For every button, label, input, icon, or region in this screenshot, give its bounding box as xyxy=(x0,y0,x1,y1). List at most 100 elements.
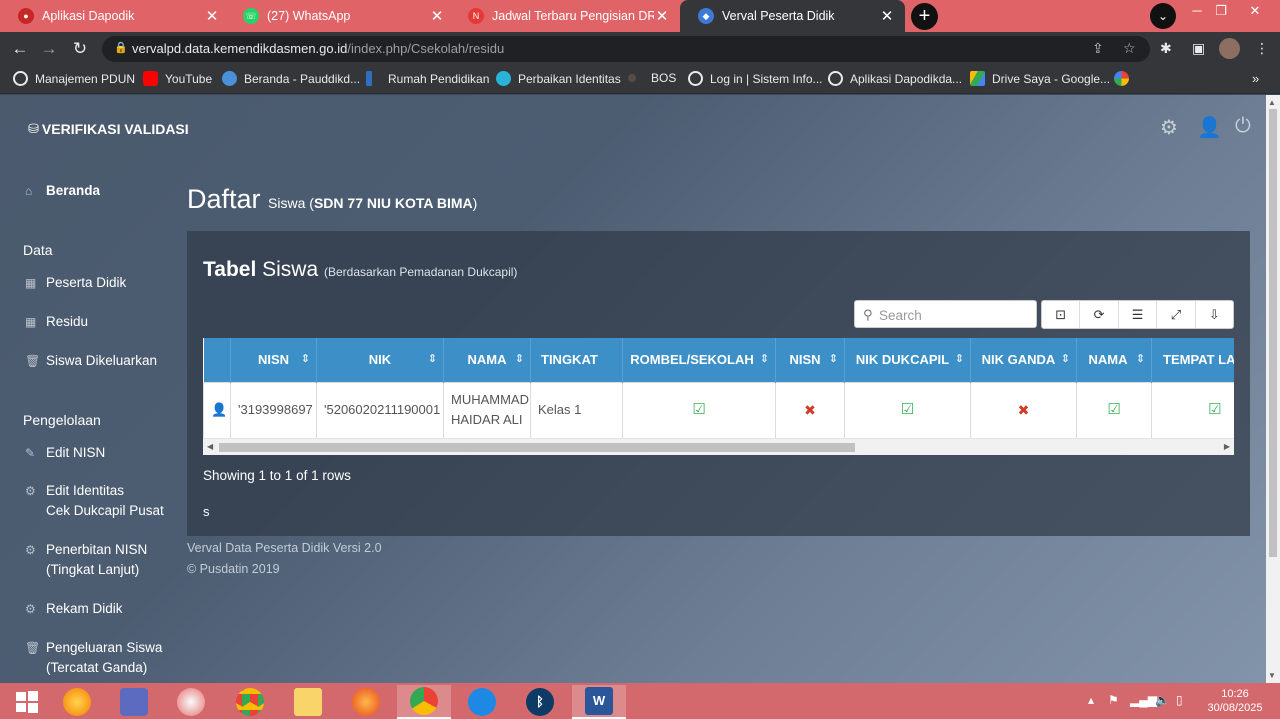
bookmark-login-sistem-info[interactable]: Log in | Sistem Info... xyxy=(688,71,823,86)
toggle-pagination-icon[interactable]: ⊡ xyxy=(1042,301,1081,328)
new-tab-button[interactable]: + xyxy=(911,3,938,30)
sidebar-item-rekam-didik[interactable]: ⚙ Rekam Didik xyxy=(25,599,123,619)
battery-icon[interactable]: ▯ xyxy=(1176,693,1183,707)
taskbar-word[interactable]: W xyxy=(572,685,626,719)
column-header-nisn-check[interactable]: NISN ⇕ xyxy=(775,338,845,382)
close-tab-icon[interactable]: ✕ xyxy=(654,7,670,25)
bookmarks-bar: Manajemen PDUN YouTube Beranda - Pauddik… xyxy=(0,66,1280,94)
taskbar-chrome[interactable] xyxy=(223,685,277,719)
back-arrow-icon[interactable]: ← xyxy=(8,37,32,61)
bookmark-youtube[interactable]: YouTube xyxy=(143,71,212,86)
taskbar-app-3[interactable] xyxy=(164,685,218,719)
bookmark-perbaikan-identitas[interactable]: Perbaikan Identitas xyxy=(496,71,621,86)
scroll-down-arrow-icon[interactable]: ▼ xyxy=(1268,671,1276,680)
address-bar[interactable]: 🔒 vervalpd.data.kemendikdasmen.go.id/ind… xyxy=(102,36,1150,62)
search-box: ⚲ xyxy=(854,300,1037,328)
column-header-nisn[interactable]: NISN ⇕ xyxy=(230,338,317,382)
taskbar-clock[interactable]: 10:26 30/08/2025 xyxy=(1200,687,1270,715)
bookmark-label: BOS xyxy=(651,71,677,85)
bookmark-star-icon[interactable]: ☆ xyxy=(1123,40,1136,57)
label-line-2: Cek Dukcapil Pusat xyxy=(46,503,164,518)
bookmark-drive-saya[interactable]: Drive Saya - Google... xyxy=(970,71,1110,86)
close-tab-icon[interactable]: ✕ xyxy=(879,7,895,25)
column-header-nik[interactable]: NIK ⇕ xyxy=(316,338,444,382)
table-panel: Tabel Siswa (Berdasarkan Pemadanan Dukca… xyxy=(187,231,1250,536)
scroll-left-arrow-icon[interactable]: ◀ xyxy=(207,442,213,451)
flag-icon[interactable]: ⚑ xyxy=(1108,693,1119,707)
taskbar-app-1[interactable] xyxy=(50,685,104,719)
reload-icon[interactable]: ↻ xyxy=(68,37,92,61)
share-icon[interactable]: ⇪ xyxy=(1092,40,1104,57)
tab-title: (27) WhatsApp xyxy=(267,9,351,23)
table-row[interactable]: 👤 '3193998697 '5206020211190001 MUHAMMAD… xyxy=(203,381,1234,439)
close-tab-icon[interactable]: ✕ xyxy=(429,7,445,25)
export-icon[interactable]: ⇩ xyxy=(1196,301,1233,328)
row-detail-cell[interactable]: 👤 xyxy=(203,381,231,439)
refresh-icon[interactable]: ⟳ xyxy=(1080,301,1119,328)
url-domain: vervalpd.data.kemendikdasmen.go.id xyxy=(132,41,348,56)
taskbar-bluetooth[interactable]: ᛒ xyxy=(513,685,567,719)
restore-icon[interactable]: ❐ xyxy=(1207,0,1235,32)
profile-avatar[interactable] xyxy=(1219,38,1240,59)
bookmark-manajemen-pdun[interactable]: Manajemen PDUN xyxy=(13,71,135,86)
extensions-puzzle-icon[interactable]: ✱ xyxy=(1160,40,1172,57)
scroll-up-arrow-icon[interactable]: ▲ xyxy=(1268,98,1276,107)
sidebar-item-peserta-didik[interactable]: ▦ Peserta Didik xyxy=(25,273,126,293)
scroll-right-arrow-icon[interactable]: ▶ xyxy=(1224,442,1230,451)
taskbar-chrome-active[interactable] xyxy=(397,685,451,719)
side-panel-icon[interactable]: ▣ xyxy=(1192,40,1205,57)
start-button[interactable] xyxy=(0,685,54,719)
sidebar-item-edit-identitas[interactable]: ⚙ Edit Identitas Cek Dukcapil Pusat xyxy=(25,481,164,521)
column-header-rombel-sekolah[interactable]: ROMBEL/SEKOLAH ⇕ xyxy=(622,338,776,382)
column-header-nik-ganda[interactable]: NIK GANDA ⇕ xyxy=(970,338,1077,382)
column-header-tempat-lahir[interactable]: TEMPAT LAHIR xyxy=(1151,338,1234,382)
power-icon[interactable]: ⏻ xyxy=(1235,115,1251,138)
columns-icon[interactable]: ☰ xyxy=(1119,301,1158,328)
column-header-nik-dukcapil[interactable]: NIK DUKCAPIL ⇕ xyxy=(844,338,971,382)
close-tab-icon[interactable]: ✕ xyxy=(204,7,220,25)
forward-arrow-icon[interactable]: → xyxy=(37,37,61,61)
sidebar-item-penerbitan-nisn[interactable]: ⚙ Penerbitan NISN (Tingkat Lanjut) xyxy=(25,540,147,580)
user-icon[interactable]: 👤 xyxy=(1197,115,1222,140)
bookmark-rumah-pendidikan[interactable]: Rumah Pendidikan xyxy=(366,71,489,86)
bookmark-aplikasi-dapodikda[interactable]: Aplikasi Dapodikda... xyxy=(828,71,962,86)
sidebar-item-pengeluaran-siswa[interactable]: 🗑 Pengeluaran Siswa (Tercatat Ganda) xyxy=(25,638,162,678)
sidebar-item-residu[interactable]: ▦ Residu xyxy=(25,312,88,332)
sidebar-item-edit-nisn[interactable]: ✎ Edit NISN xyxy=(25,443,105,463)
tab-aplikasi-dapodik[interactable]: ● Aplikasi Dapodik ✕ xyxy=(0,0,230,32)
bookmark-bos[interactable]: BOS xyxy=(628,71,676,85)
page-vertical-scrollbar[interactable]: ▲ ▼ xyxy=(1266,95,1280,683)
internet-explorer-icon xyxy=(468,688,496,716)
tab-jadwal-drh[interactable]: N Jadwal Terbaru Pengisian DRH PPPK ✕ xyxy=(450,0,680,32)
taskbar-file-explorer[interactable] xyxy=(281,685,335,719)
tray-overflow-icon[interactable]: ▴ xyxy=(1088,693,1094,707)
column-header-tingkat[interactable]: TINGKAT xyxy=(530,338,623,382)
scrollbar-thumb[interactable] xyxy=(1269,109,1277,557)
bookmark-beranda-pauddikd[interactable]: Beranda - Pauddikd... xyxy=(222,71,360,86)
more-menu-icon[interactable]: ⋮ xyxy=(1255,40,1269,57)
sidebar-item-siswa-dikeluarkan[interactable]: 🗑 Siswa Dikeluarkan xyxy=(25,351,157,371)
column-header-nama[interactable]: NAMA ⇕ xyxy=(443,338,531,382)
check-icon: ☑ xyxy=(900,401,915,418)
sidebar-item-beranda[interactable]: ⌂ Beranda xyxy=(25,181,100,201)
taskbar-app-2[interactable] xyxy=(107,685,161,719)
taskbar-internet-explorer[interactable] xyxy=(455,685,509,719)
close-window-icon[interactable]: ✕ xyxy=(1241,0,1269,32)
tab-verval-peserta-didik[interactable]: ◆ Verval Peserta Didik ✕ xyxy=(680,0,905,32)
column-header-nama-check[interactable]: NAMA ⇕ xyxy=(1076,338,1152,382)
volume-icon[interactable]: 🔈 xyxy=(1155,693,1170,707)
table-horizontal-scrollbar[interactable]: ◀ ▶ xyxy=(203,438,1234,455)
fullscreen-icon[interactable]: ⤢ xyxy=(1157,301,1196,328)
check-icon: ☑ xyxy=(1208,401,1222,418)
bookmark-google-photos[interactable] xyxy=(1114,71,1136,86)
scrollbar-thumb[interactable] xyxy=(219,443,855,452)
settings-gear-icon[interactable]: ⚙ xyxy=(1160,115,1178,140)
taskbar-firefox[interactable] xyxy=(339,685,393,719)
more-bookmarks-icon[interactable]: » xyxy=(1252,71,1259,86)
app-brand[interactable]: ⛁ VERIFIKASI VALIDASI xyxy=(28,121,189,137)
tab-whatsapp[interactable]: ☏ (27) WhatsApp ✕ xyxy=(225,0,455,32)
network-signal-icon[interactable]: ▂▄▆ xyxy=(1130,693,1157,707)
tab-search-dropdown-icon[interactable]: ⌄ xyxy=(1150,3,1176,29)
user-detail-icon[interactable]: 👤 xyxy=(211,402,227,417)
search-input[interactable] xyxy=(879,305,1029,325)
